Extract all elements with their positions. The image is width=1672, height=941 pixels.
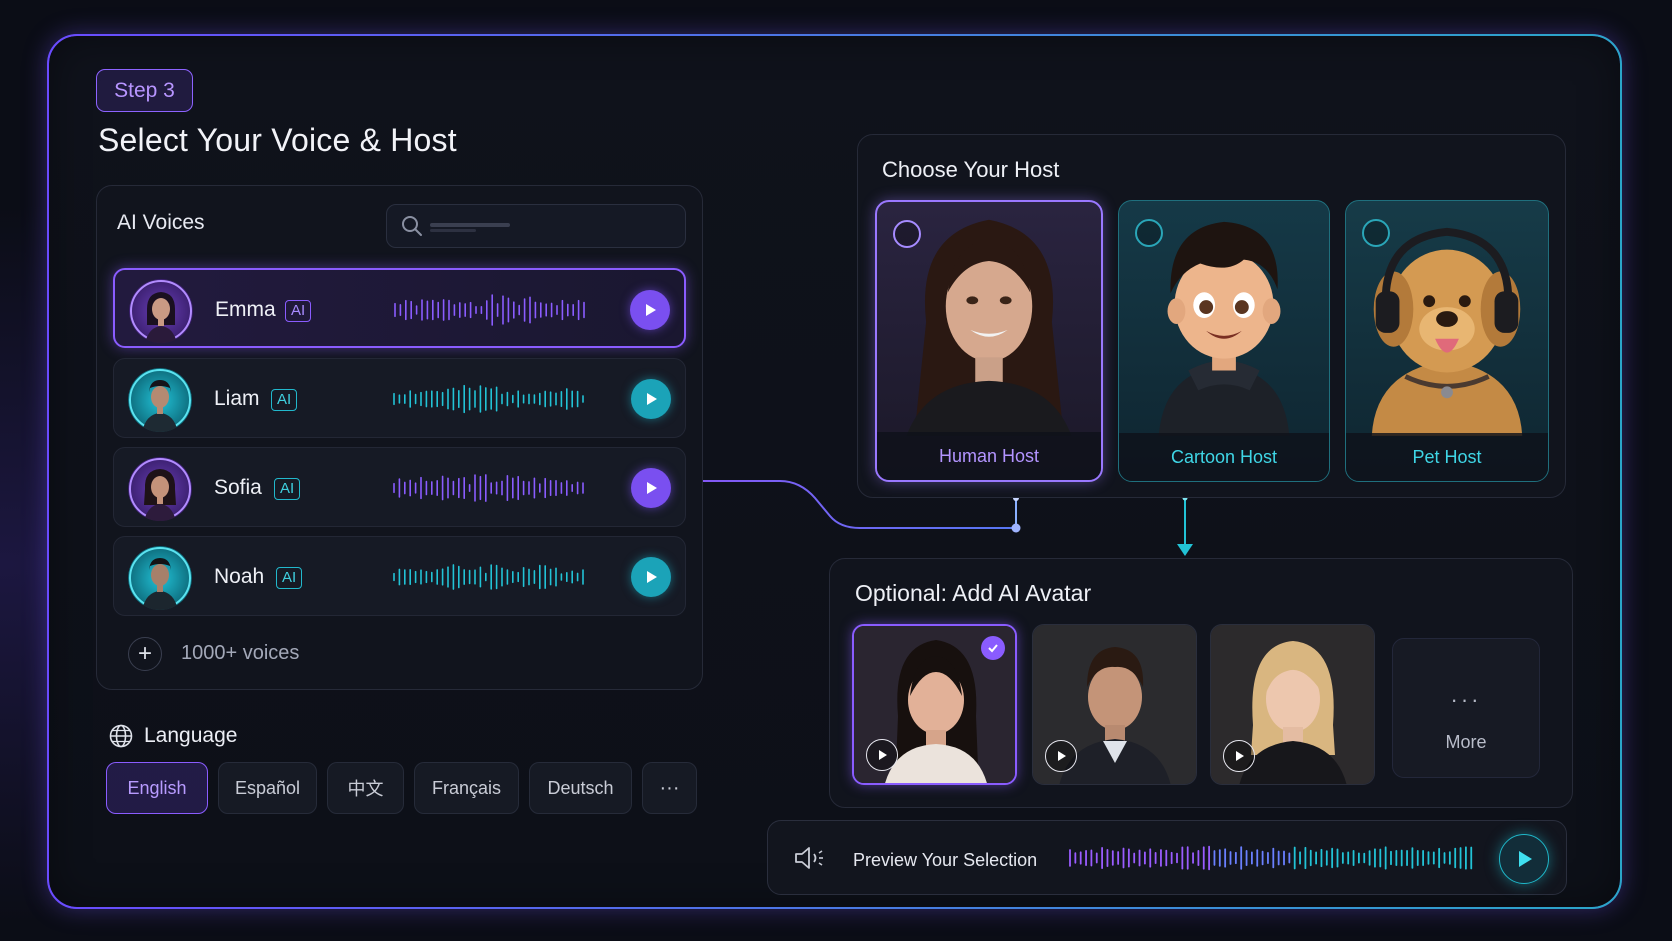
page-title: Select Your Voice & Host (98, 122, 457, 158)
play-button[interactable] (630, 290, 670, 330)
host-label: Human Host (877, 432, 1101, 480)
more-voices-label: 1000+ voices (181, 642, 300, 664)
play-icon (647, 482, 657, 494)
voice-row-noah[interactable]: Noah AI (113, 536, 686, 616)
search-icon (402, 216, 422, 236)
search-placeholder-line (430, 223, 510, 227)
voice-waveform (393, 474, 584, 502)
avatar-card-3[interactable] (1210, 624, 1375, 785)
lang-chip-chinese[interactable]: 中文 (327, 762, 404, 814)
ai-badge: AI (285, 300, 312, 322)
voice-waveform (393, 384, 584, 414)
avatar-play-button[interactable] (866, 739, 898, 771)
voice-waveform (394, 294, 585, 326)
voice-row-liam[interactable]: Liam AI (113, 358, 686, 438)
language-title: Language (144, 724, 238, 747)
voice-avatar (128, 457, 192, 521)
voice-name: Liam (214, 387, 260, 410)
lang-chip-deutsch[interactable]: Deutsch (529, 762, 632, 814)
voice-avatar (128, 368, 192, 432)
more-avatars-button[interactable]: ··· More (1392, 638, 1540, 778)
preview-waveform (1069, 845, 1473, 871)
voices-title: AI Voices (117, 211, 205, 234)
play-icon (1519, 851, 1532, 867)
host-radio-cartoon[interactable] (1135, 219, 1163, 247)
play-icon (1058, 751, 1066, 761)
play-button[interactable] (631, 379, 671, 419)
play-icon (647, 571, 657, 583)
play-icon (1236, 751, 1244, 761)
ai-badge: AI (271, 389, 298, 411)
globe-icon (109, 724, 133, 748)
play-icon (646, 304, 656, 316)
step-badge: Step 3 (96, 69, 193, 112)
voice-name: Noah (214, 565, 265, 588)
ai-badge: AI (276, 567, 303, 589)
avatar-card-2[interactable] (1032, 624, 1197, 785)
play-button[interactable] (631, 468, 671, 508)
check-icon (981, 636, 1005, 660)
voice-avatar (129, 279, 193, 343)
play-icon (647, 393, 657, 405)
lang-chip-francais[interactable]: Français (414, 762, 519, 814)
play-icon (879, 750, 887, 760)
add-voices-button[interactable]: + (128, 637, 162, 671)
lang-more-button[interactable]: ··· (642, 762, 697, 814)
avatar-play-button[interactable] (1223, 740, 1255, 772)
ai-badge: AI (274, 478, 301, 500)
host-label: Cartoon Host (1119, 433, 1329, 481)
host-label: Pet Host (1346, 433, 1548, 481)
host-title: Choose Your Host (882, 157, 1060, 182)
lang-chip-english[interactable]: English (106, 762, 208, 814)
voice-row-sofia[interactable]: Sofia AI (113, 447, 686, 527)
play-button[interactable] (631, 557, 671, 597)
host-card-cartoon[interactable]: Cartoon Host (1118, 200, 1330, 482)
host-radio-pet[interactable] (1362, 219, 1390, 247)
avatar-card-1[interactable] (852, 624, 1017, 785)
preview-play-button[interactable] (1499, 834, 1549, 884)
voice-name: Sofia (214, 476, 262, 499)
voice-name: Emma (215, 298, 276, 321)
host-card-human[interactable]: Human Host (875, 200, 1103, 482)
voice-row-emma[interactable]: Emma AI (113, 268, 686, 348)
more-label: More (1445, 732, 1487, 752)
avatar-title: Optional: Add AI Avatar (855, 580, 1092, 606)
host-radio-human[interactable] (893, 220, 921, 248)
plus-icon: + (137, 640, 152, 667)
search-placeholder-line (430, 229, 476, 232)
voice-waveform (393, 564, 584, 590)
lang-chip-espanol[interactable]: Español (218, 762, 317, 814)
host-card-pet[interactable]: Pet Host (1345, 200, 1549, 482)
voice-avatar (128, 546, 192, 610)
speaker-icon (795, 847, 823, 869)
preview-label: Preview Your Selection (853, 850, 1038, 870)
avatar-play-button[interactable] (1045, 740, 1077, 772)
more-dots-icon: ··· (1450, 687, 1482, 712)
